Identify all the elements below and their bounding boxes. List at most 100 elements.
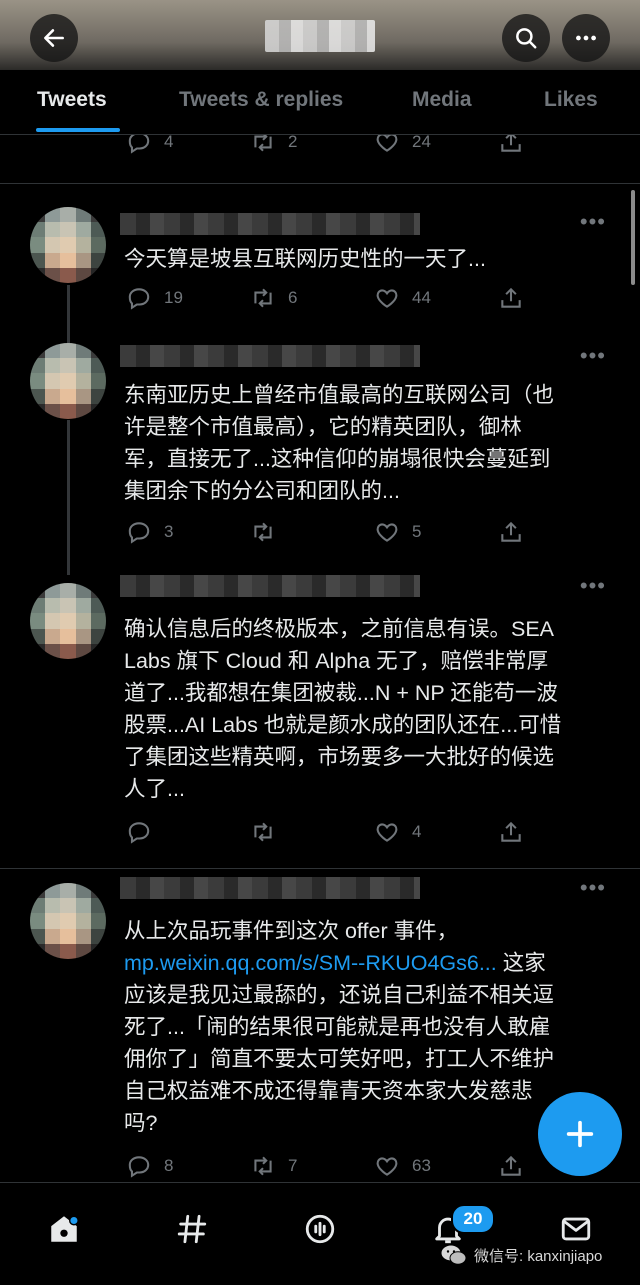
- retweet-button[interactable]: 7: [250, 1153, 297, 1179]
- hashtag-icon: [177, 1214, 207, 1244]
- tweet-text-line: Labs 旗下 Cloud 和 Alpha 无了，赔偿非常厚: [124, 649, 549, 673]
- reply-button[interactable]: [126, 819, 152, 845]
- avatar: [30, 583, 106, 659]
- reply-icon: [128, 822, 150, 844]
- share-icon: [501, 1155, 521, 1176]
- like-button[interactable]: 24: [374, 135, 431, 155]
- tweet-text: 东南亚历史上曾经市值最高的互联网公司（也 许是整个市值最高），它的精英团队，御林…: [124, 379, 614, 507]
- tweet-text: 从上次品玩事件到这次 offer 事件， mp.weixin.qq.com/s/…: [124, 915, 614, 1139]
- tweet-text-segment: 这家: [496, 951, 546, 975]
- like-count: 24: [412, 135, 431, 151]
- author-name-blurred: [120, 575, 420, 597]
- retweet-icon: [254, 822, 272, 842]
- feed-divider: [0, 183, 640, 184]
- reply-button[interactable]: 8: [126, 1153, 173, 1179]
- scrollbar[interactable]: [631, 190, 635, 285]
- plus-icon: [566, 1120, 594, 1148]
- retweet-icon: [254, 288, 272, 308]
- heart-icon: [376, 523, 398, 542]
- reply-icon: [128, 288, 150, 310]
- tweet-text: 今天算是坡县互联网历史性的一天了...: [124, 247, 486, 271]
- like-button[interactable]: 4: [374, 819, 421, 845]
- tweet-text-line: 军，直接无了...这种信仰的崩塌很快会蔓延到: [124, 447, 551, 471]
- like-button[interactable]: 5: [374, 519, 421, 545]
- heart-icon: [376, 135, 398, 152]
- share-button[interactable]: [498, 819, 524, 845]
- share-icon: [501, 287, 521, 308]
- tweet-more-icon[interactable]: •••: [580, 343, 606, 369]
- share-icon: [501, 521, 521, 542]
- tweet-feed[interactable]: 4 2 24 ••• 今天算是坡县互联网历史性的一天了... 19 6 44 •…: [0, 135, 640, 1180]
- share-button[interactable]: [498, 135, 524, 155]
- author-name-blurred: [120, 213, 420, 235]
- tweet-text-line: mp.weixin.qq.com/s/SM--RKUO4Gs6... 这家: [124, 947, 614, 979]
- reply-button[interactable]: 19: [126, 285, 183, 311]
- tweet-text-line: 佣你了」简直不要太可笑好吧，打工人不维护: [124, 1047, 555, 1071]
- tweet-actions: 8 7 63: [126, 1153, 546, 1180]
- tweet-more-icon[interactable]: •••: [580, 573, 606, 599]
- tweet-more-icon[interactable]: •••: [580, 209, 606, 235]
- retweet-icon: [254, 135, 272, 152]
- retweet-button[interactable]: 2: [250, 135, 297, 155]
- profile-name-blurred: [265, 20, 375, 52]
- thread-line: [67, 420, 70, 575]
- reply-button[interactable]: 4: [126, 135, 173, 155]
- heart-icon: [376, 289, 398, 308]
- tweet-link[interactable]: mp.weixin.qq.com/s/SM--RKUO4Gs6...: [124, 951, 497, 975]
- tweet-text-line: 许是整个市值最高），它的精英团队，御林: [124, 415, 522, 439]
- tab-likes[interactable]: Likes: [544, 88, 598, 112]
- author-name-blurred: [120, 345, 420, 367]
- tab-tweets[interactable]: Tweets: [37, 88, 107, 112]
- profile-header: [0, 0, 640, 70]
- retweet-button[interactable]: [250, 819, 276, 845]
- tweet-text-line: 道了...我都想在集团被裁...N + NP 还能苟一波: [124, 681, 558, 705]
- like-button[interactable]: 44: [374, 285, 431, 311]
- wechat-watermark: 微信号: kanxinjiapo: [440, 1244, 602, 1266]
- like-count: 63: [412, 1156, 431, 1175]
- share-button[interactable]: [498, 1153, 524, 1179]
- search-button[interactable]: [502, 14, 550, 62]
- tab-media[interactable]: Media: [412, 88, 472, 112]
- reply-icon: [128, 522, 150, 544]
- share-icon: [501, 135, 521, 152]
- reply-count: 4: [164, 135, 174, 151]
- home-icon: [51, 1215, 79, 1242]
- retweet-count: 6: [288, 288, 298, 307]
- more-button[interactable]: [562, 14, 610, 62]
- avatar: [30, 207, 106, 283]
- spaces-icon: [305, 1214, 335, 1244]
- retweet-button[interactable]: 6: [250, 285, 297, 311]
- like-button[interactable]: 63: [374, 1153, 431, 1179]
- retweet-button[interactable]: [250, 519, 276, 545]
- reply-icon: [128, 135, 150, 154]
- back-button[interactable]: [30, 14, 78, 62]
- reply-button[interactable]: 3: [126, 519, 173, 545]
- notifications-badge: 20: [451, 1204, 495, 1234]
- share-button[interactable]: [498, 519, 524, 545]
- reply-count: 8: [164, 1156, 174, 1175]
- share-button[interactable]: [498, 285, 524, 311]
- compose-tweet-button[interactable]: [538, 1092, 622, 1176]
- avatar: [30, 883, 106, 959]
- active-tab-indicator: [36, 128, 120, 132]
- tweet-text-line: 从上次品玩事件到这次 offer 事件，: [124, 919, 459, 943]
- tweet-text-line: 股票...AI Labs 也就是颜水成的团队还在...可惜: [124, 713, 562, 737]
- reply-icon: [128, 1156, 150, 1178]
- like-count: 4: [412, 822, 422, 841]
- nav-home[interactable]: [42, 1207, 86, 1251]
- tweet-more-icon[interactable]: •••: [580, 875, 606, 901]
- heart-icon: [376, 1157, 398, 1176]
- tweet-text-line: 应该是我见过最舔的，还说自己利益不相关逗: [124, 983, 555, 1007]
- arrow-left-icon: [44, 29, 64, 47]
- retweet-count: 7: [288, 1156, 298, 1175]
- tab-tweets-and-replies[interactable]: Tweets & replies: [179, 88, 343, 112]
- nav-explore[interactable]: [170, 1207, 214, 1251]
- mail-icon: [561, 1217, 591, 1241]
- profile-tabs: Tweets Tweets & replies Media Likes: [0, 70, 640, 135]
- search-icon: [516, 28, 537, 49]
- retweet-icon: [254, 522, 272, 542]
- nav-spaces[interactable]: [298, 1207, 342, 1251]
- tweet-text: 确认信息后的终极版本，之前信息有误。SEA Labs 旗下 Cloud 和 Al…: [124, 613, 614, 805]
- tweet-text-line: 死了...「闹的结果很可能就是再也没有人敢雇: [124, 1015, 551, 1039]
- more-horizontal-icon: [576, 35, 596, 41]
